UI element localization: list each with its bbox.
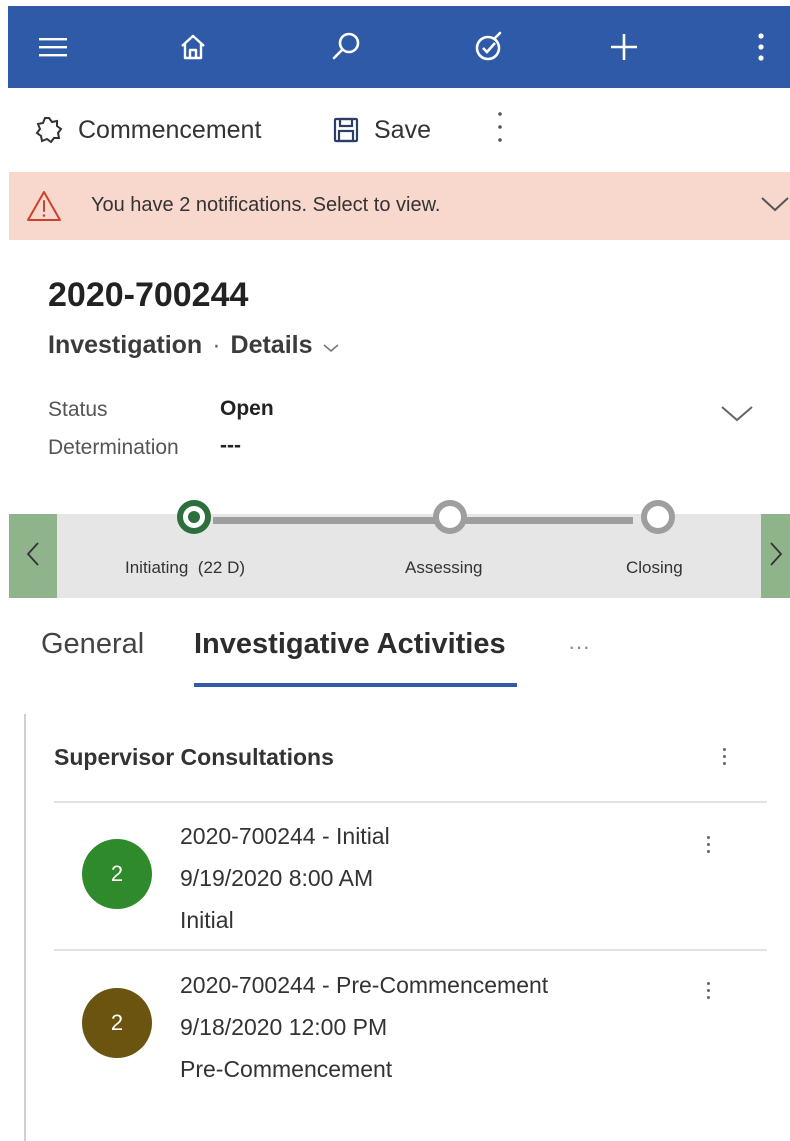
form-selector[interactable]: Details — [231, 331, 339, 360]
warning-icon — [26, 190, 62, 227]
determination-label: Determination — [48, 436, 179, 459]
notification-bar[interactable]: You have 2 notifications. Select to view… — [9, 172, 790, 240]
tab-general[interactable]: General — [41, 628, 144, 661]
section-more-options-button[interactable] — [712, 744, 736, 769]
stage-name: Initiating — [125, 558, 189, 577]
command-bar: Commencement Save — [0, 88, 790, 172]
stage-dot-assessing[interactable] — [433, 500, 467, 534]
assistant-button[interactable] — [444, 6, 534, 88]
record-more-options-button[interactable] — [696, 978, 720, 1003]
assistant-icon — [473, 31, 505, 63]
search-icon — [330, 31, 362, 63]
stage-dot-initiating[interactable] — [177, 500, 211, 534]
record-date-text: 9/18/2020 12:00 PM — [180, 1014, 388, 1040]
active-tab-underline — [194, 683, 517, 687]
plus-icon — [608, 31, 640, 63]
bpf-next-button[interactable] — [761, 514, 790, 598]
subtitle-separator: · — [212, 331, 221, 359]
business-process-flow: Initiating (22 D) Assessing Closing — [9, 500, 790, 598]
record-title: 2020-700244 — [48, 276, 249, 314]
more-vertical-icon — [706, 832, 710, 857]
record-more-options-button[interactable] — [696, 832, 720, 857]
more-vertical-icon — [722, 744, 726, 769]
record-title-text[interactable]: 2020-700244 - Initial — [180, 823, 390, 850]
home-button[interactable] — [148, 6, 238, 88]
status-value: Open — [220, 397, 274, 420]
bpf-previous-button[interactable] — [9, 514, 57, 598]
stage-label-assessing[interactable]: Assessing — [405, 558, 482, 578]
avatar: 2 — [82, 988, 152, 1058]
new-record-button[interactable] — [579, 6, 669, 88]
chevron-down-icon[interactable] — [760, 194, 790, 219]
record-type-text: Initial — [180, 907, 234, 933]
stage-duration: (22 D) — [197, 558, 246, 577]
more-vertical-icon — [706, 978, 710, 1003]
notification-message: You have 2 notifications. Select to view… — [91, 194, 441, 216]
stage-label-closing[interactable]: Closing — [626, 558, 683, 578]
record-title-text[interactable]: 2020-700244 - Pre-Commencement — [180, 972, 548, 999]
chevron-left-icon — [26, 541, 40, 572]
stage-dot-closing[interactable] — [641, 500, 675, 534]
process-icon — [34, 115, 64, 145]
supervisor-consultations-section: Supervisor Consultations 2 2020-700244 -… — [24, 714, 786, 1141]
chevron-right-icon — [769, 541, 783, 572]
commencement-label: Commencement — [78, 115, 262, 144]
save-icon — [332, 116, 360, 144]
section-title: Supervisor Consultations — [54, 744, 334, 770]
top-nav-bar — [8, 6, 790, 88]
more-vertical-icon — [757, 32, 765, 62]
hamburger-menu-button[interactable] — [8, 6, 98, 88]
search-button[interactable] — [301, 6, 391, 88]
save-label: Save — [374, 115, 431, 144]
hamburger-icon — [37, 35, 69, 59]
status-label: Status — [48, 398, 108, 421]
home-icon — [178, 32, 208, 62]
record-subtitle: Investigation · Details — [48, 331, 339, 360]
more-vertical-icon — [497, 110, 503, 151]
chevron-down-icon — [322, 331, 339, 360]
bpf-connector-line — [213, 517, 633, 524]
avatar: 2 — [82, 839, 152, 909]
form-tabs: General Investigative Activities ··· — [0, 628, 790, 688]
commencement-process-button[interactable]: Commencement — [34, 88, 261, 172]
stage-label-initiating[interactable]: Initiating (22 D) — [125, 558, 245, 578]
tab-investigative-activities[interactable]: Investigative Activities — [194, 628, 506, 661]
tabs-overflow-button[interactable]: ··· — [568, 634, 590, 660]
more-options-button[interactable] — [732, 6, 790, 88]
header-expand-chevron-icon[interactable] — [720, 402, 754, 429]
determination-value: --- — [220, 434, 241, 457]
form-name: Details — [230, 331, 313, 359]
save-button[interactable]: Save — [332, 88, 431, 172]
record-type-text: Pre-Commencement — [180, 1056, 393, 1082]
entity-name: Investigation — [48, 331, 203, 359]
command-overflow-button[interactable] — [488, 88, 512, 172]
record-date-text: 9/19/2020 8:00 AM — [180, 865, 374, 891]
list-item[interactable] — [54, 803, 767, 938]
